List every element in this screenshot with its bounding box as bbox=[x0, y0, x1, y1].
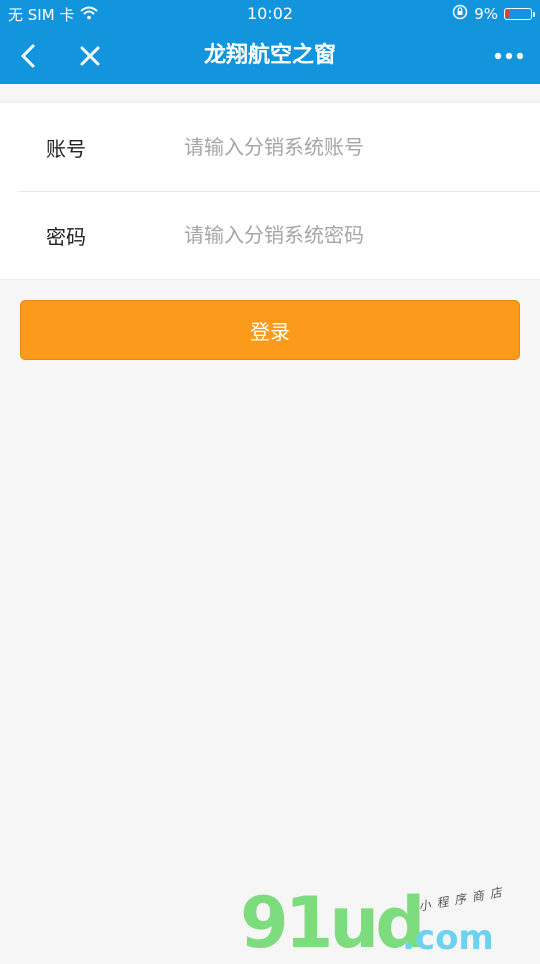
password-row: 密码 bbox=[0, 191, 540, 279]
login-button[interactable]: 登录 bbox=[20, 300, 520, 360]
watermark-main: 91ud bbox=[240, 882, 425, 964]
watermark-logo: 91ud .com 小程序商店 bbox=[240, 880, 540, 960]
account-row: 账号 bbox=[0, 103, 540, 191]
rotation-lock-icon bbox=[452, 4, 468, 24]
battery-level bbox=[506, 10, 509, 18]
navbar: 龙翔航空之窗 bbox=[0, 28, 540, 84]
account-input[interactable] bbox=[180, 127, 518, 167]
password-label: 密码 bbox=[46, 224, 86, 249]
login-form: 账号 密码 bbox=[0, 102, 540, 280]
more-dots-icon bbox=[494, 52, 524, 60]
status-right: 9% bbox=[452, 4, 535, 24]
header: 无 SIM 卡 10:02 9% 龙翔航空之窗 bbox=[0, 0, 540, 84]
watermark-domain: .com bbox=[402, 918, 494, 958]
more-button[interactable] bbox=[486, 28, 532, 84]
account-label: 账号 bbox=[46, 136, 86, 161]
watermark-sub: 小程序商店 bbox=[417, 884, 509, 914]
battery-icon bbox=[504, 8, 535, 20]
status-bar: 无 SIM 卡 10:02 9% bbox=[0, 0, 540, 28]
battery-percent: 9% bbox=[474, 5, 498, 23]
password-input[interactable] bbox=[180, 215, 518, 255]
page-title: 龙翔航空之窗 bbox=[203, 43, 336, 68]
